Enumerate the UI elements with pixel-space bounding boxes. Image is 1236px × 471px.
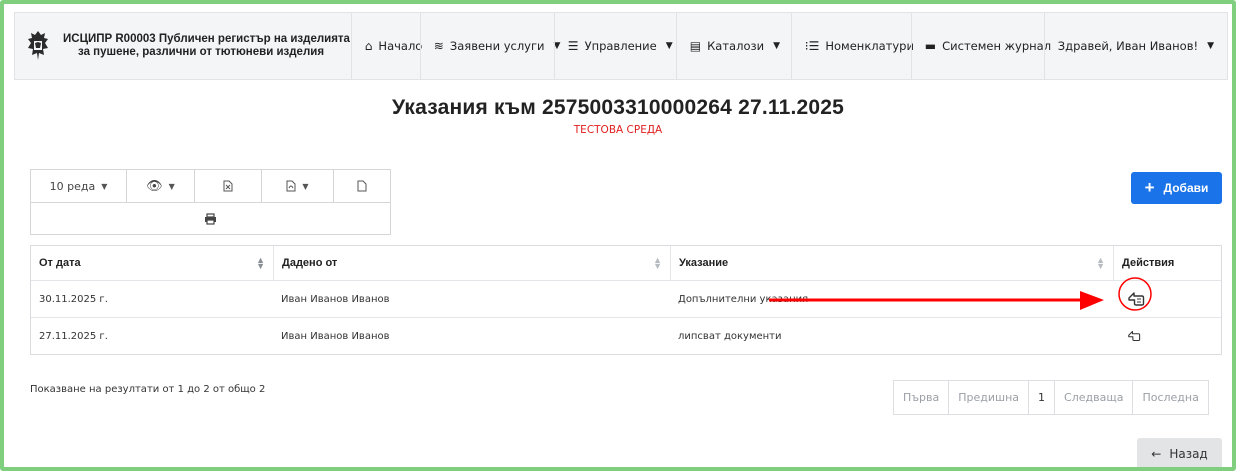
nav-system-journal-label: Системен журнал <box>942 39 1052 53</box>
eye-icon: 👁 <box>146 178 163 194</box>
sort-icon: ▲ ▼ <box>653 255 662 271</box>
column-header-date-label: От дата <box>39 257 81 269</box>
column-header-instruction-label: Указание <box>679 257 729 269</box>
column-header-actions-label: Действия <box>1122 257 1175 269</box>
arrow-left-icon: ← <box>1151 446 1162 461</box>
excel-file-icon <box>223 180 233 192</box>
chevron-down-icon: ▼ <box>302 181 309 191</box>
brand[interactable]: ИСЦИПР R00003 Публичен регистър на издел… <box>15 13 351 79</box>
pagination: Първа Предишна 1 Следваща Последна <box>893 380 1209 415</box>
top-navbar: ИСЦИПР R00003 Публичен регистър на издел… <box>14 12 1228 80</box>
chevron-down-icon: ▼ <box>1207 41 1214 51</box>
page-title: Указания към 2575003310000264 27.11.2025 <box>391 96 845 119</box>
cell-date: 30.11.2025 г. <box>39 293 108 305</box>
cell-instruction: липсват документи <box>678 330 782 342</box>
brand-title-line2: за пушене, различни от тютюневи изделия <box>78 46 325 58</box>
list-icon: ⁝☰ <box>804 39 820 53</box>
nav-nomenclatures-label: Номенклатури <box>825 39 914 53</box>
nav-nomenclatures[interactable]: ⁝☰ Номенклатури <box>790 13 914 79</box>
nav-catalogs[interactable]: ▤ Каталози ▼ <box>675 13 791 79</box>
add-button[interactable]: + Добави <box>1131 172 1222 204</box>
rows-per-page-select[interactable]: 10 реда ▼ <box>30 169 127 203</box>
environment-badge: ТЕСТОВА СРЕДА <box>573 124 663 136</box>
add-button-label: Добави <box>1163 181 1209 195</box>
print-button[interactable] <box>30 202 391 235</box>
coat-of-arms-logo <box>28 31 48 60</box>
cell-instruction: Допълнителни указания <box>678 293 809 305</box>
page-next-button[interactable]: Следваща <box>1054 381 1132 414</box>
column-header-instruction[interactable]: Указание ▲ ▼ <box>670 246 1113 280</box>
journal-icon: ▬ <box>924 39 937 53</box>
cell-given-by: Иван Иванов Иванов <box>281 293 390 305</box>
nav-requested-services-label: Заявени услуги <box>449 39 545 53</box>
chevron-down-icon: ▼ <box>773 41 780 51</box>
cell-given-by: Иван Иванов Иванов <box>281 330 390 342</box>
pdf-file-icon <box>286 180 296 192</box>
brand-title: ИСЦИПР R00003 Публичен регистър на издел… <box>63 33 350 59</box>
column-header-given-by[interactable]: Дадено от ▲ ▼ <box>273 246 670 280</box>
page-last-button[interactable]: Последна <box>1132 381 1207 414</box>
cell-actions <box>1113 318 1221 354</box>
export-excel-button[interactable] <box>194 169 262 203</box>
page-first-button[interactable]: Първа <box>894 381 948 414</box>
nav-home[interactable]: ⌂ Начало <box>350 13 423 79</box>
table-row: 30.11.2025 г. Иван Иванов Иванов Допълни… <box>31 280 1221 317</box>
user-greeting: Здравей, Иван Иванов! <box>1057 39 1199 53</box>
nav-requested-services[interactable]: ≋ Заявени услуги ▼ <box>419 13 560 79</box>
column-header-given-by-label: Дадено от <box>282 257 338 269</box>
chevron-down-icon: ▼ <box>101 181 108 191</box>
catalog-icon: ▤ <box>689 39 702 53</box>
back-button[interactable]: ← Назад <box>1137 438 1222 467</box>
view-pointer-icon[interactable] <box>1127 291 1145 307</box>
layers-icon: ≋ <box>433 39 444 53</box>
view-pointer-icon[interactable] <box>1127 330 1141 342</box>
table-header-row: От дата ▲ ▼ Дадено от ▲ ▼ Указание ▲ ▼ Дейс… <box>31 246 1221 280</box>
print-icon <box>205 212 216 225</box>
export-pdf-button[interactable]: ▼ <box>261 169 334 203</box>
table-row: 27.11.2025 г. Иван Иванов Иванов липсват… <box>31 317 1221 354</box>
home-icon: ⌂ <box>364 39 373 53</box>
file-icon <box>357 180 367 192</box>
export-csv-button[interactable] <box>333 169 391 203</box>
column-header-actions: Действия <box>1113 246 1221 280</box>
column-visibility-button[interactable]: 👁 ▼ <box>126 169 195 203</box>
sort-desc-icon: ▲ ▼ <box>256 255 265 271</box>
instructions-table: От дата ▲ ▼ Дадено от ▲ ▼ Указание ▲ ▼ Дейс… <box>30 245 1222 355</box>
nav-catalogs-label: Каталози <box>707 39 765 53</box>
nav-management-label: Управление <box>584 39 657 53</box>
column-header-date[interactable]: От дата ▲ ▼ <box>31 246 273 280</box>
nav-home-label: Начало <box>378 39 423 53</box>
rows-per-page-label: 10 реда <box>49 179 96 193</box>
chevron-down-icon: ▼ <box>168 181 175 191</box>
cell-actions <box>1113 281 1221 317</box>
window-frame: ИСЦИПР R00003 Публичен регистър на издел… <box>0 0 1236 471</box>
nav-system-journal[interactable]: ▬ Системен журнал <box>910 13 1051 79</box>
plus-icon: + <box>1144 178 1155 197</box>
back-button-label: Назад <box>1169 446 1208 461</box>
page-prev-button[interactable]: Предишна <box>948 381 1028 414</box>
nav-management[interactable]: ☰ Управление ▼ <box>553 13 676 79</box>
user-menu[interactable]: Здравей, Иван Иванов! ▼ <box>1043 13 1227 79</box>
sliders-icon: ☰ <box>567 39 579 53</box>
brand-title-line1: ИСЦИПР R00003 Публичен регистър на издел… <box>63 33 350 45</box>
page-current-button[interactable]: 1 <box>1028 381 1055 414</box>
cell-date: 27.11.2025 г. <box>39 330 108 342</box>
chevron-down-icon: ▼ <box>665 41 673 51</box>
sort-icon: ▲ ▼ <box>1096 255 1105 271</box>
results-summary: Показване на резултати от 1 до 2 от общо… <box>30 384 266 395</box>
